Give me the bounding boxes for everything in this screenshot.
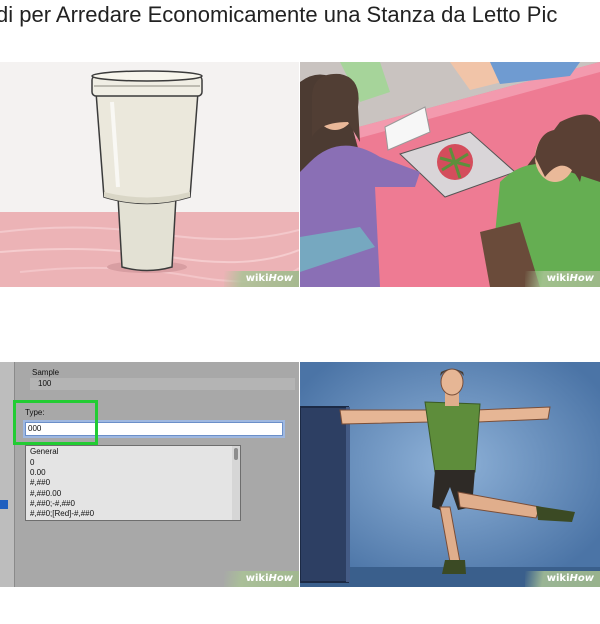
selected-category-marker: [0, 500, 8, 509]
wikihow-watermark: wikiHow: [223, 271, 299, 287]
sample-label: Sample: [32, 368, 60, 377]
list-item[interactable]: 0.00: [30, 468, 46, 477]
page-title: di per Arredare Economicamente una Stanz…: [0, 2, 558, 27]
dialog-left-strip: [0, 362, 15, 587]
drawing-table-illustration: [300, 62, 600, 287]
wikihow-watermark: wikiHow: [223, 571, 299, 587]
sample-box: [30, 378, 295, 390]
list-item[interactable]: 0: [30, 458, 34, 467]
list-item[interactable]: General: [30, 447, 58, 456]
list-item[interactable]: #,##0: [30, 478, 50, 487]
format-list[interactable]: General 0 0.00 #,##0 #,##0.00 #,##0;-#,#…: [25, 445, 241, 521]
scroll-thumb[interactable]: [234, 448, 238, 460]
plastic-cup-image[interactable]: wikiHow: [0, 62, 299, 287]
wikihow-watermark: wikiHow: [524, 571, 600, 587]
stretching-man-illustration: [300, 362, 600, 587]
list-item[interactable]: #,##0.00: [30, 489, 61, 498]
format-dialog-image[interactable]: Sample 100 Type: 000 General 0 0.00 #,##…: [0, 362, 299, 587]
list-scrollbar[interactable]: [232, 446, 240, 520]
drawing-table-image[interactable]: wikiHow: [300, 62, 600, 287]
stretching-man-image[interactable]: wikiHow: [300, 362, 600, 587]
wikihow-watermark: wikiHow: [524, 271, 600, 287]
highlight-box: [13, 400, 98, 445]
list-item[interactable]: #,##0;-#,##0: [30, 499, 75, 508]
list-item[interactable]: #,##0;[Red]-#,##0: [30, 509, 94, 518]
plastic-cup-illustration: [0, 62, 299, 287]
sample-value: 100: [38, 379, 52, 388]
